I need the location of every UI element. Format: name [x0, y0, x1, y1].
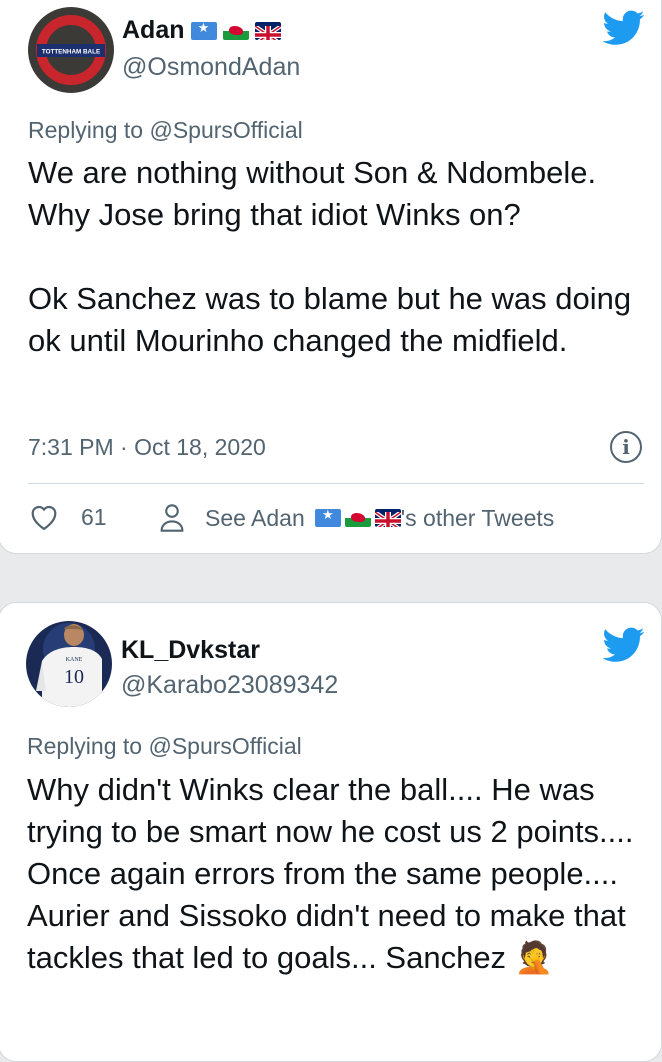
tweet-timestamp[interactable]: 7:31 PM · Oct 18, 2020 — [28, 434, 266, 461]
twitter-bird-icon[interactable] — [603, 10, 645, 46]
tweet-text: We are nothing without Son & Ndombele. W… — [28, 152, 658, 362]
tweet-card-2: KANE 10 KL_Dvkstar @Karabo23089342 Reply… — [0, 602, 662, 1062]
info-icon[interactable]: i — [610, 431, 642, 463]
tweet-card-1: TOTTENHAM BALE Adan @OsmondAdan Replying… — [0, 0, 662, 554]
wales-flag-icon — [222, 21, 249, 40]
reply-mention-link[interactable]: @SpursOfficial — [148, 733, 301, 759]
avatar-name: KANE — [66, 657, 83, 663]
like-button[interactable]: 61 — [29, 503, 107, 531]
replying-to-label: Replying to — [27, 733, 143, 759]
user-handle[interactable]: @Karabo23089342 — [121, 671, 338, 700]
avatar-number: 10 — [64, 666, 84, 688]
twitter-bird-icon[interactable] — [603, 627, 645, 663]
like-count: 61 — [81, 503, 107, 530]
wales-flag-icon — [344, 509, 371, 527]
see-other-tweets-link[interactable]: See Adan 's other Tweets — [159, 503, 554, 533]
display-name[interactable]: KL_Dvkstar — [121, 636, 260, 665]
replying-to: Replying to @SpursOfficial — [27, 733, 302, 760]
somalia-flag-icon — [190, 21, 217, 40]
uk-flag-icon — [254, 21, 281, 40]
see-other-suffix: 's other Tweets — [400, 504, 555, 531]
replying-to-label: Replying to — [28, 117, 144, 143]
user-handle[interactable]: @OsmondAdan — [122, 53, 300, 82]
avatar[interactable]: TOTTENHAM BALE — [28, 7, 114, 93]
tweet-paragraph: Ok Sanchez was to blame but he was doing… — [28, 281, 632, 358]
somalia-flag-icon — [314, 509, 341, 527]
tweet-paragraph: We are nothing without Son & Ndombele. W… — [28, 155, 597, 232]
reply-mention-link[interactable]: @SpursOfficial — [149, 117, 302, 143]
display-name-text: Adan — [122, 16, 185, 44]
player-jersey-avatar: KANE 10 — [26, 621, 112, 707]
uk-flag-icon — [374, 509, 401, 527]
heart-icon — [31, 505, 57, 531]
replying-to: Replying to @SpursOfficial — [28, 117, 303, 144]
display-name[interactable]: Adan — [122, 16, 281, 45]
tweet-text: Why didn't Winks clear the ball.... He w… — [27, 769, 657, 979]
avatar-text: TOTTENHAM BALE — [42, 49, 100, 56]
avatar[interactable]: KANE 10 — [26, 621, 112, 707]
tweet-paragraph: Why didn't Winks clear the ball.... He w… — [27, 772, 634, 975]
tottenham-roundel-avatar: TOTTENHAM BALE — [28, 7, 114, 93]
display-name-text: KL_Dvkstar — [121, 636, 260, 664]
see-other-label: See Adan — [205, 504, 305, 531]
divider — [28, 483, 644, 484]
person-icon — [160, 504, 184, 532]
